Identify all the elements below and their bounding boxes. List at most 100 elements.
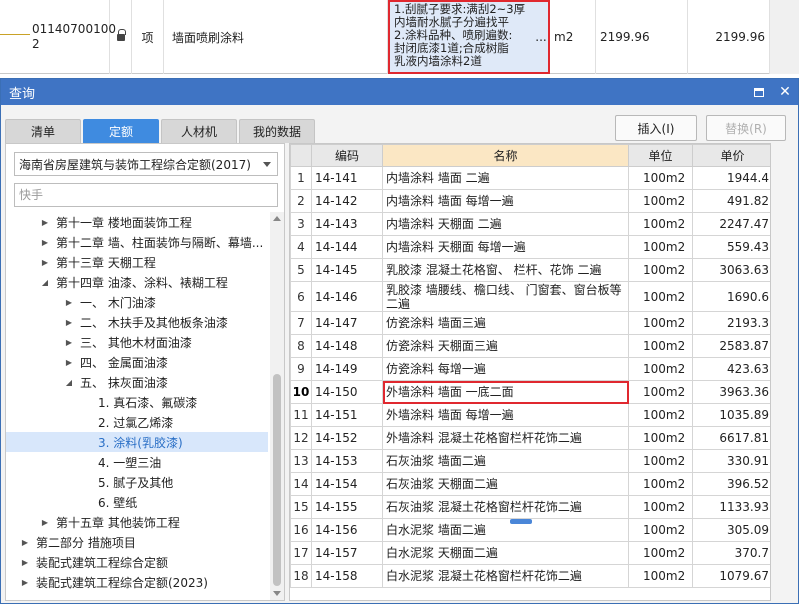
row-name-cell[interactable]: 内墙涂料 墙面 每增一遍: [382, 189, 629, 213]
row-index[interactable]: 3: [290, 212, 312, 236]
tree-item[interactable]: 2. 过氯乙烯漆: [6, 412, 268, 432]
table-row[interactable]: 7 14-147 仿瓷涂料 墙面三遍 100m2 2193.3: [290, 311, 770, 335]
row-price-cell[interactable]: 3963.36: [692, 380, 770, 404]
row-name-cell[interactable]: 乳胶漆 墙腰线、檐口线、 门窗套、窗台板等 二遍: [382, 281, 629, 312]
row-code-cell[interactable]: 14-149: [311, 357, 383, 381]
row-code-cell[interactable]: 14-144: [311, 235, 383, 259]
tree-item[interactable]: ▶ 第十三章 天棚工程: [6, 252, 268, 272]
tree-item[interactable]: ▶ 第十一章 楼地面装饰工程: [6, 212, 268, 232]
collapse-arrow-icon[interactable]: ◢: [64, 378, 74, 387]
row-unit-cell[interactable]: 100m2: [628, 541, 693, 565]
table-row[interactable]: 13 14-153 石灰油浆 墙面二遍 100m2 330.91: [290, 449, 770, 473]
row-price-cell[interactable]: 305.09: [692, 518, 770, 542]
scroll-down-icon[interactable]: [273, 591, 281, 596]
row-description[interactable]: 1.刮腻子要求:满刮2~3厚 内墙耐水腻子分遍找平 2.涂料品种、喷刷遍数: 封…: [388, 0, 550, 74]
row-name-cell[interactable]: 白水泥浆 混凝土花格窗栏杆花饰二遍: [382, 564, 629, 588]
row-price-cell[interactable]: 330.91: [692, 449, 770, 473]
row-name-cell[interactable]: 仿瓷涂料 天棚面三遍: [382, 334, 629, 358]
row-unit-cell[interactable]: 100m2: [628, 334, 693, 358]
expand-arrow-icon[interactable]: ▶: [64, 338, 74, 347]
tree-item[interactable]: 1. 真石漆、氟碳漆: [6, 392, 268, 412]
row-name-cell[interactable]: 外墙涂料 墙面 一底二面: [382, 380, 629, 404]
row-unit-cell[interactable]: 100m2: [628, 426, 693, 450]
row-price-cell[interactable]: 491.82: [692, 189, 770, 213]
row-code-cell[interactable]: 14-157: [311, 541, 383, 565]
tree-search-input[interactable]: [14, 183, 278, 207]
expand-arrow-icon[interactable]: ▶: [64, 318, 74, 327]
row-unit-cell[interactable]: 100m2: [628, 235, 693, 259]
row-code-cell[interactable]: 14-143: [311, 212, 383, 236]
description-edit-button[interactable]: ...: [532, 0, 550, 74]
table-row[interactable]: 2 14-142 内墙涂料 墙面 每增一遍 100m2 491.82: [290, 189, 770, 213]
row-unit-cell[interactable]: 100m2: [628, 449, 693, 473]
quota-library-select[interactable]: 海南省房屋建筑与装饰工程综合定额(2017): [14, 152, 278, 176]
table-row[interactable]: 10 14-150 外墙涂料 墙面 一底二面 100m2 3963.36: [290, 380, 770, 404]
row-index[interactable]: 9: [290, 357, 312, 381]
row-unit-cell[interactable]: 100m2: [628, 564, 693, 588]
table-row[interactable]: 5 14-145 乳胶漆 混凝土花格窗、 栏杆、花饰 二遍 100m2 3063.63: [290, 258, 770, 282]
table-row[interactable]: 1 14-141 内墙涂料 墙面 二遍 100m2 1944.4: [290, 166, 770, 190]
row-unit-cell[interactable]: 100m2: [628, 281, 693, 312]
row-code-cell[interactable]: 14-141: [311, 166, 383, 190]
table-row[interactable]: 17 14-157 白水泥浆 天棚面二遍 100m2 370.7: [290, 541, 770, 565]
expand-arrow-icon[interactable]: ▶: [20, 538, 30, 547]
col-header-code[interactable]: 编码: [311, 144, 383, 167]
tab-quota[interactable]: 定额: [83, 119, 159, 143]
tree-scroll-thumb[interactable]: [273, 374, 281, 586]
row-price-cell[interactable]: 370.7: [692, 541, 770, 565]
row-name-cell[interactable]: 石灰油浆 混凝土花格窗栏杆花饰二遍: [382, 495, 629, 519]
row-price-cell[interactable]: 1035.89: [692, 403, 770, 427]
row-code-cell[interactable]: 14-147: [311, 311, 383, 335]
expand-arrow-icon[interactable]: ▶: [64, 358, 74, 367]
table-row[interactable]: 12 14-152 外墙涂料 混凝土花格窗栏杆花饰二遍 100m2 6617.81: [290, 426, 770, 450]
tree-item[interactable]: ▶ 装配式建筑工程综合定额: [6, 552, 268, 572]
tree-item[interactable]: ▶ 二、 木扶手及其他板条油漆: [6, 312, 268, 332]
scroll-up-icon[interactable]: [273, 216, 281, 221]
row-name-cell[interactable]: 仿瓷涂料 每增一遍: [382, 357, 629, 381]
replace-button[interactable]: 替换(R): [706, 115, 786, 141]
row-unit-cell[interactable]: 100m2: [628, 472, 693, 496]
col-header-name[interactable]: 名称: [382, 144, 629, 167]
row-index[interactable]: 6: [290, 281, 312, 312]
row-price-cell[interactable]: 2247.47: [692, 212, 770, 236]
row-price-cell[interactable]: 1133.93: [692, 495, 770, 519]
row-index[interactable]: 2: [290, 189, 312, 213]
row-price-cell[interactable]: 1690.6: [692, 281, 770, 312]
table-row[interactable]: 8 14-148 仿瓷涂料 天棚面三遍 100m2 2583.87: [290, 334, 770, 358]
row-unit-cell[interactable]: 100m2: [628, 166, 693, 190]
table-row[interactable]: 14 14-154 石灰油浆 天棚面二遍 100m2 396.52: [290, 472, 770, 496]
row-name-cell[interactable]: 外墙涂料 混凝土花格窗栏杆花饰二遍: [382, 426, 629, 450]
row-price-cell[interactable]: 6617.81: [692, 426, 770, 450]
tree-item[interactable]: ▶ 三、 其他木材面油漆: [6, 332, 268, 352]
row-code-cell[interactable]: 14-146: [311, 281, 383, 312]
tree-item[interactable]: 5. 腻子及其他: [6, 472, 268, 492]
tree-item[interactable]: ▶ 第十二章 墙、柱面装饰与隔断、幕墙...: [6, 232, 268, 252]
row-index[interactable]: 12: [290, 426, 312, 450]
close-button[interactable]: ✕: [772, 79, 798, 105]
row-name-cell[interactable]: 白水泥浆 天棚面二遍: [382, 541, 629, 565]
tree-item[interactable]: ▶ 四、 金属面油漆: [6, 352, 268, 372]
row-price-cell[interactable]: 559.43: [692, 235, 770, 259]
row-price-cell[interactable]: 2583.87: [692, 334, 770, 358]
row-code-cell[interactable]: 14-142: [311, 189, 383, 213]
row-name-cell[interactable]: 外墙涂料 墙面 每增一遍: [382, 403, 629, 427]
row-index[interactable]: 7: [290, 311, 312, 335]
row-unit-cell[interactable]: 100m2: [628, 518, 693, 542]
insert-button[interactable]: 插入(I): [615, 115, 697, 141]
row-price-cell[interactable]: 1944.4: [692, 166, 770, 190]
tree-item[interactable]: ▶ 第十五章 其他装饰工程: [6, 512, 268, 532]
row-unit-cell[interactable]: 100m2: [628, 357, 693, 381]
tree-item[interactable]: ◢ 第十四章 油漆、涂料、裱糊工程: [6, 272, 268, 292]
tab-materials[interactable]: 人材机: [161, 119, 237, 143]
row-name-cell[interactable]: 白水泥浆 墙面二遍: [382, 518, 629, 542]
row-name-cell[interactable]: 石灰油浆 墙面二遍: [382, 449, 629, 473]
row-unit-cell[interactable]: 100m2: [628, 495, 693, 519]
tab-my-data[interactable]: 我的数据: [239, 119, 315, 143]
row-code-cell[interactable]: 14-154: [311, 472, 383, 496]
row-unit-cell[interactable]: 100m2: [628, 212, 693, 236]
maximize-button[interactable]: [746, 79, 772, 105]
table-row[interactable]: 4 14-144 内墙涂料 天棚面 每增一遍 100m2 559.43: [290, 235, 770, 259]
row-code-cell[interactable]: 14-156: [311, 518, 383, 542]
row-price-cell[interactable]: 396.52: [692, 472, 770, 496]
row-price-cell[interactable]: 2193.3: [692, 311, 770, 335]
